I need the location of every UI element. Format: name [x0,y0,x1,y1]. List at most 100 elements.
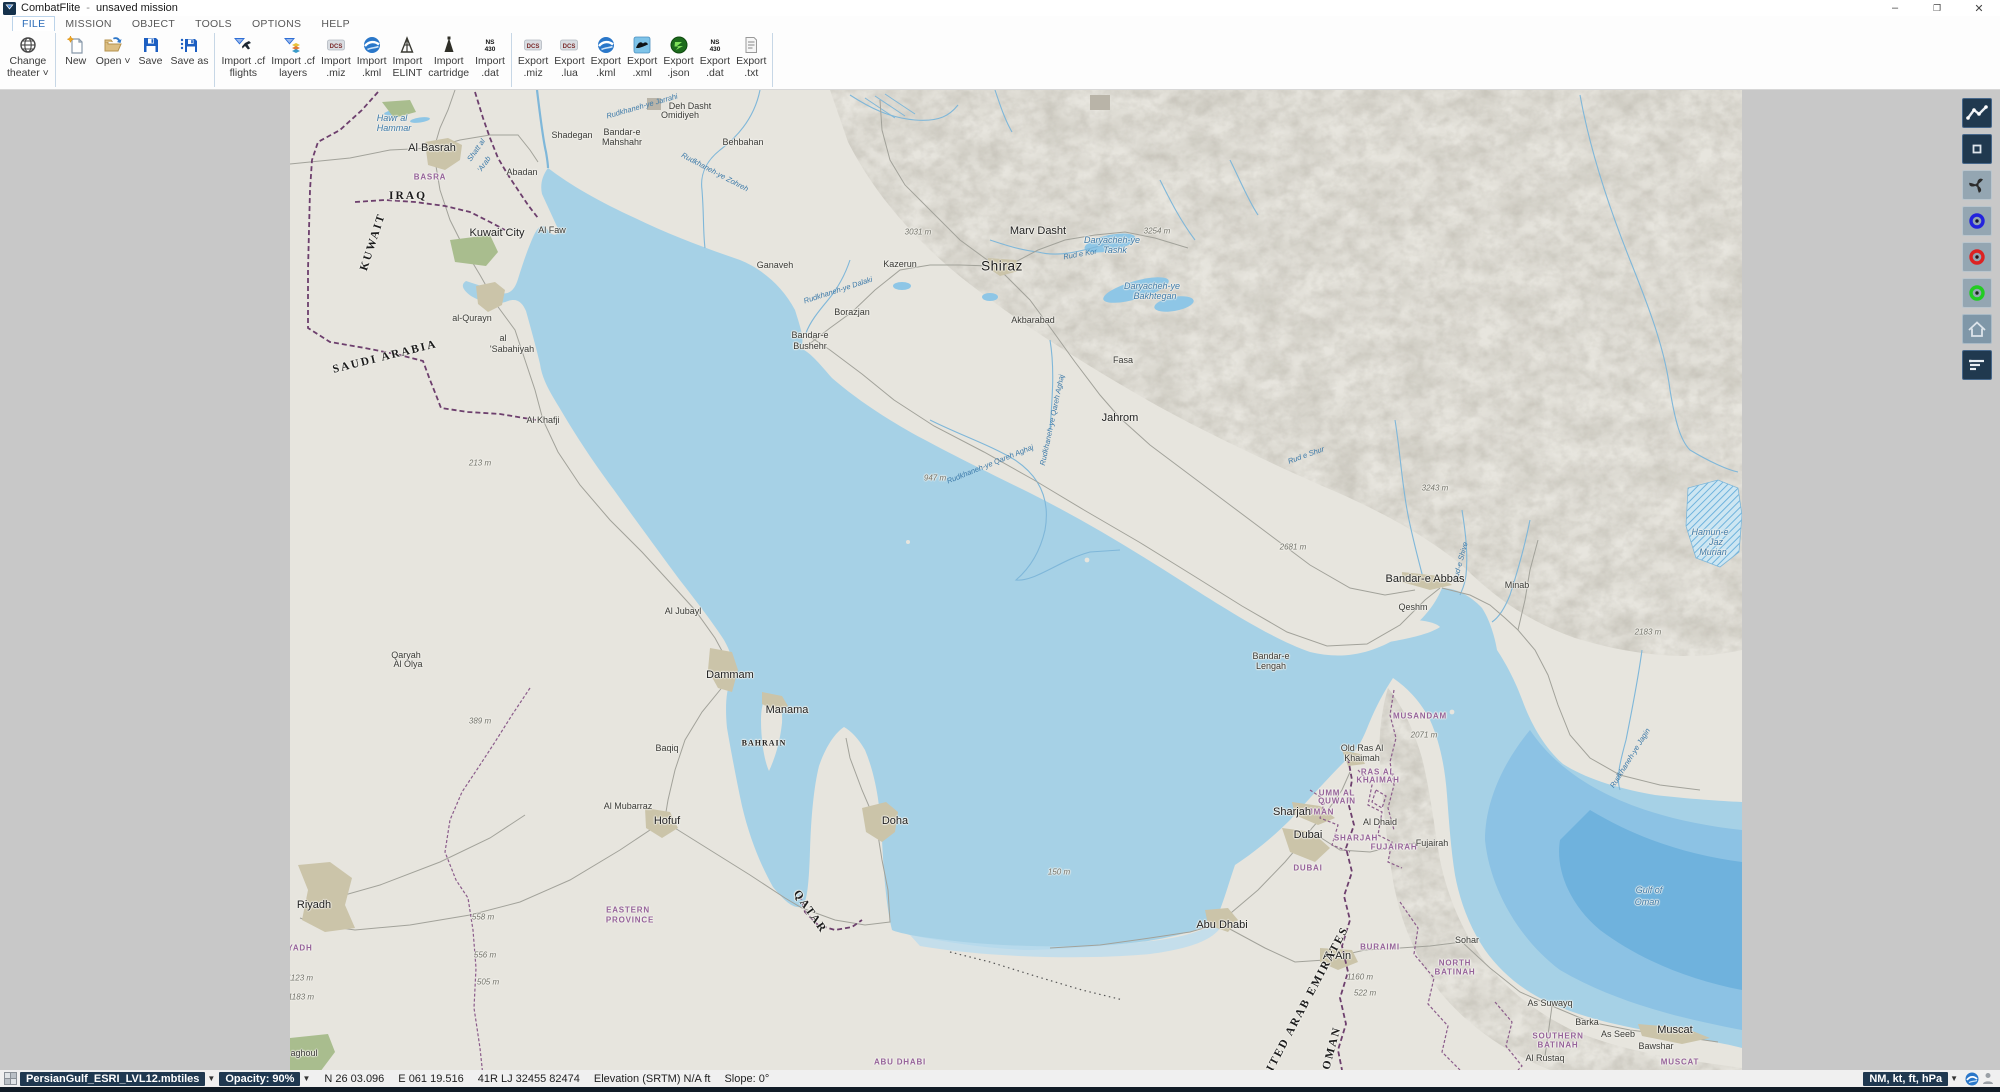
hamun-lake [1686,480,1742,567]
save-as-button-label: Save as [171,55,209,67]
units-selector[interactable]: NM, kt, ft, hPa [1863,1072,1948,1086]
rotary-tool-button[interactable] [1962,170,1992,200]
bullseye-blue-button[interactable] [1962,206,1992,236]
combatflite-window: CombatFlite - unsaved mission – ❐ ✕ FILE… [0,0,2000,1092]
menu-bar: FILEMISSIONOBJECTTOOLSOPTIONSHELP [0,16,2000,31]
units-caret-icon[interactable]: ▼ [1950,1074,1958,1083]
import-miz-button[interactable]: DCSImport.miz [318,31,354,89]
google-earth-icon [596,35,616,55]
json-green-icon [669,35,689,55]
menu-object[interactable]: OBJECT [122,17,185,31]
import-dat-button[interactable]: NS430Import.dat [472,31,508,89]
export-kml-button[interactable]: Export.kml [588,31,624,89]
bullseye-blue-icon [1965,209,1989,233]
title-bar[interactable]: CombatFlite - unsaved mission – ❐ ✕ [0,0,2000,16]
list-icon [1965,353,1989,377]
elint-antenna-icon [397,35,417,55]
status-segment: N 26 03.096 [324,1073,384,1085]
menu-options[interactable]: OPTIONS [242,17,311,31]
change-theater-button[interactable]: Changetheater ˅ [4,31,52,89]
home-icon [1965,317,1989,341]
restore-button[interactable]: ❐ [1916,0,1958,16]
minimize-button[interactable]: – [1874,0,1916,16]
bullseye-red-button[interactable] [1962,242,1992,272]
import-elint-button-label: ELINT [393,67,423,79]
new-button[interactable]: New [59,31,93,89]
shape-tool-button[interactable] [1962,134,1992,164]
bullseye-green-button[interactable] [1962,278,1992,308]
export-txt-button[interactable]: Export.txt [733,31,769,89]
status-segment: Elevation (SRTM) N/A ft [594,1073,711,1085]
save-icon [141,35,161,55]
window-title: CombatFlite - unsaved mission [21,2,178,14]
export-kml-button-label: .kml [596,67,615,79]
import-elint-button-label: Import [393,55,423,67]
export-json-button-label: .json [667,67,689,79]
svg-text:430: 430 [485,46,496,53]
import-kml-button-label: .kml [362,67,381,79]
bullseye-green-icon [1965,281,1989,305]
map-source-selector[interactable]: PersianGulf_ESRI_LVL12.mbtiles [20,1072,205,1086]
export-miz-button[interactable]: DCSExport.miz [515,31,551,89]
menu-file[interactable]: FILE [12,16,55,32]
export-lua-button[interactable]: DCSExport.lua [551,31,587,89]
save-as-icon [179,35,199,55]
falcon-icon [632,35,652,55]
ns430-icon: NS430 [480,35,500,55]
export-xml-button[interactable]: Export.xml [624,31,660,89]
cursor-coordinates: N 26 03.096E 061 19.51641R LJ 32455 8247… [324,1073,783,1085]
notes-tool-button[interactable] [1962,350,1992,380]
import-cf-flights-button-label: Import .cf [221,55,265,67]
user-status-icon[interactable] [1982,1072,1994,1085]
menu-mission[interactable]: MISSION [55,17,121,31]
google-earth-status-icon[interactable] [1965,1072,1979,1086]
close-button[interactable]: ✕ [1958,0,2000,16]
import-cf-flights-button-label: flights [230,67,257,79]
menu-tools[interactable]: TOOLS [185,17,242,31]
dcs-icon: DCS [559,35,579,55]
cf-flag-layers-icon [283,35,303,55]
import-cartridge-button-label: cartridge [428,67,469,79]
open-button[interactable]: Open ˅ [93,31,134,89]
route-tool-button[interactable] [1962,98,1992,128]
toolbar-group-separator [772,33,773,87]
export-xml-button-label: .xml [633,67,652,79]
new-page-icon [66,35,86,55]
svg-text:NS: NS [710,39,720,46]
google-earth-icon [362,35,382,55]
export-miz-button-label: Export [518,55,548,67]
ns430-icon: NS430 [705,35,725,55]
import-cf-flights-button[interactable]: Import .cfflights [218,31,268,89]
app-logo-icon [3,2,16,15]
map-source-caret-icon[interactable]: ▼ [207,1074,215,1083]
import-miz-button-label: .miz [326,67,345,79]
opacity-caret-icon[interactable]: ▼ [302,1074,310,1083]
save-button-label: Save [139,55,163,67]
export-xml-button-label: Export [627,55,657,67]
status-bar: PersianGulf_ESRI_LVL12.mbtiles ▼ Opacity… [0,1070,2000,1087]
toolbar-group-separator [55,33,56,87]
opacity-selector[interactable]: Opacity: 90% [219,1072,300,1086]
svg-text:NS: NS [486,39,496,46]
menu-help[interactable]: HELP [311,17,360,31]
globe-icon [18,35,38,55]
new-button-label: New [65,55,86,67]
export-txt-button-label: Export [736,55,766,67]
import-cartridge-button[interactable]: Importcartridge [425,31,472,89]
home-view-button[interactable] [1962,314,1992,344]
import-cf-layers-button[interactable]: Import .cflayers [268,31,318,89]
export-json-button[interactable]: Export.json [660,31,696,89]
import-elint-button[interactable]: ImportELINT [390,31,426,89]
export-dat-button[interactable]: NS430Export.dat [697,31,733,89]
save-as-button[interactable]: Save as [168,31,212,89]
import-kml-button[interactable]: Import.kml [354,31,390,89]
map-viewport[interactable]: Al BasrahBASRAHawr alHammarShatt al'Arab… [290,90,1742,1070]
map-side-toolbar [1962,98,1992,380]
import-cf-layers-button-label: layers [279,67,307,79]
propeller-icon [1965,173,1989,197]
export-txt-button-label: .txt [744,67,758,79]
save-button[interactable]: Save [134,31,168,89]
open-folder-icon [103,35,123,55]
status-segment: E 061 19.516 [398,1073,463,1085]
square-icon [1965,137,1989,161]
